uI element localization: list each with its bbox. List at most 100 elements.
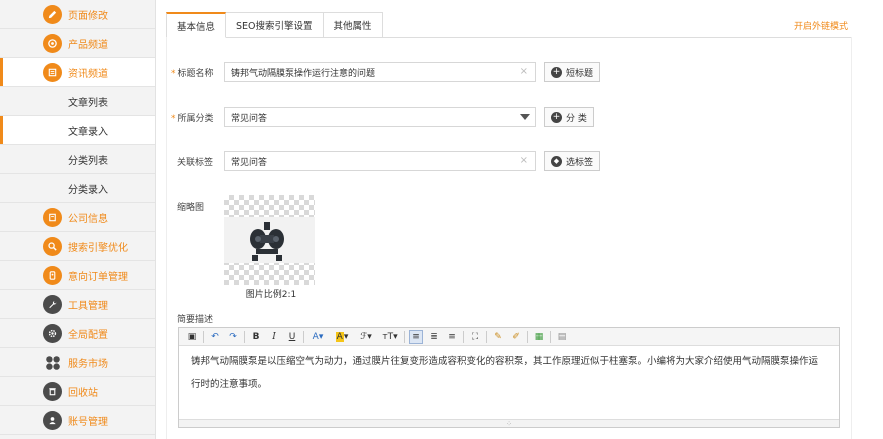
bold-icon[interactable]: B [249,330,263,344]
sidebar-item-label: 搜索引擎优化 [68,242,128,254]
clear-format-icon[interactable]: ✐ [509,330,523,344]
news-icon [43,63,62,82]
sidebar-item-tools[interactable]: 工具管理 [0,290,155,319]
toolbar-divider [486,330,487,343]
target-icon [43,34,62,53]
sidebar-item-seo[interactable]: 搜索引擎优化 [0,232,155,261]
sidebar-item-label: 分类列表 [68,155,108,167]
tags-input-value: 常见问答 [231,157,268,168]
sidebar-item-label: 公司信息 [68,213,108,225]
sidebar-item-label: 服务市场 [68,358,108,370]
sidebar-item-label: 分类录入 [68,184,108,196]
category-select[interactable]: 常见问答 [224,107,536,127]
font-color-icon[interactable]: A▾ [308,330,328,344]
select-tags-button[interactable]: ◆ 选标签 [544,151,601,171]
user-icon [43,411,62,430]
toolbar-divider [463,330,464,343]
pencil-icon [43,5,62,24]
gear-icon [43,324,62,343]
sidebar-item-recycle-bin[interactable]: 回收站 [0,377,155,406]
title-label: * 标题名称 [171,69,214,79]
sidebar-item-label: 产品频道 [68,39,108,51]
template-icon[interactable]: ▤ [555,330,569,344]
title-input-value: 铸邦气动隔膜泵操作运行注意的问题 [231,68,376,79]
sidebar: 页面修改 产品频道 资讯频道 文章列表 文章录入 分类列表 分类录入 公司信息 … [0,0,156,439]
sidebar-item-service-market[interactable]: 服务市场 [0,348,155,377]
sidebar-item-category-entry[interactable]: 分类录入 [0,174,155,203]
sidebar-item-account[interactable]: 账号管理 [0,406,155,435]
wrench-icon [43,295,62,314]
grid-icon [43,353,62,372]
sidebar-item-label: 全局配置 [68,329,108,341]
external-link-mode-link[interactable]: 开启外链模式 [794,19,848,32]
sidebar-item-label: 工具管理 [68,300,108,312]
title-input[interactable]: 铸邦气动隔膜泵操作运行注意的问题 × [224,62,536,82]
toolbar-divider [527,330,528,343]
editor-resize-handle[interactable]: ⁘ [179,419,839,428]
font-family-icon[interactable]: ℱ▾ [356,330,376,344]
sidebar-item-article-list[interactable]: 文章列表 [0,87,155,116]
tab-seo-settings[interactable]: SEO搜索引擎设置 [226,12,324,38]
sidebar-item-label: 账号管理 [68,416,108,428]
toolbar-divider [303,330,304,343]
category-select-value: 常见问答 [231,113,268,124]
list-icon [43,208,62,227]
tags-label: 关联标签 [177,158,214,168]
sidebar-item-global-config[interactable]: 全局配置 [0,319,155,348]
align-center-icon[interactable]: ≣ [427,330,441,344]
tag-icon: ◆ [551,155,562,167]
sidebar-item-orders[interactable]: 意向订单管理 [0,261,155,290]
redo-icon[interactable]: ↷ [226,330,240,344]
trash-icon [43,382,62,401]
short-title-button[interactable]: + 短标题 [544,62,601,82]
description-label: 简要描述 [177,315,214,325]
plus-icon: + [551,111,562,123]
editor-toolbar: ▣ ↶ ↷ B I U A▾ A ▾ ℱ▾ тT▾ ≡ ≣ ≡ ⛶ ✎ ✐ ▦ ▤ [179,328,839,346]
fullscreen-icon[interactable]: ⛶ [468,330,482,344]
tab-basic-info[interactable]: 基本信息 [166,12,227,38]
pump-image [250,222,284,261]
align-left-icon[interactable]: ≡ [409,329,423,344]
thumbnail-label: 缩略图 [177,203,205,213]
sidebar-item-page-edit[interactable]: 页面修改 [0,0,155,29]
editor-content[interactable]: 铸邦气动隔膜泵是以压缩空气为动力，通过膜片往复变形造成容积变化的容积泵，其工作原… [179,346,839,400]
sidebar-item-label: 资讯频道 [68,68,108,80]
category-label: * 所属分类 [171,114,214,124]
table-icon[interactable]: ▦ [532,330,546,344]
font-size-icon[interactable]: тT▾ [380,330,400,344]
sidebar-item-company-info[interactable]: 公司信息 [0,203,155,232]
sidebar-item-label: 意向订单管理 [68,271,128,283]
align-right-icon[interactable]: ≡ [445,330,459,344]
toolbar-divider [550,330,551,343]
rich-text-editor[interactable]: ▣ ↶ ↷ B I U A▾ A ▾ ℱ▾ тT▾ ≡ ≣ ≡ ⛶ ✎ ✐ ▦ ▤… [178,327,840,428]
order-icon [43,266,62,285]
toolbar-divider [244,330,245,343]
search-icon [43,237,62,256]
italic-icon[interactable]: I [267,330,281,344]
sidebar-item-article-entry[interactable]: 文章录入 [0,116,155,145]
sidebar-item-label: 文章列表 [68,97,108,109]
sidebar-item-label: 页面修改 [68,10,108,22]
underline-icon[interactable]: U [285,330,299,344]
thumbnail-image [224,217,315,263]
thumbnail-ratio-caption: 图片比例2:1 [245,290,297,300]
sidebar-item-label: 回收站 [68,387,98,399]
format-brush-icon[interactable]: ✎ [491,330,505,344]
source-code-icon[interactable]: ▣ [185,330,199,344]
tab-other-attributes[interactable]: 其他属性 [323,12,383,38]
category-button[interactable]: + 分 类 [544,107,594,127]
undo-icon[interactable]: ↶ [208,330,222,344]
tags-input[interactable]: 常见问答 × [224,151,536,171]
sidebar-item-products[interactable]: 产品频道 [0,29,155,58]
clear-icon[interactable]: × [520,66,528,77]
sidebar-item-news[interactable]: 资讯频道 [0,58,155,87]
toolbar-divider [203,330,204,343]
clear-icon[interactable]: × [520,155,528,166]
highlight-color-icon[interactable]: A ▾ [332,330,352,344]
sidebar-item-category-list[interactable]: 分类列表 [0,145,155,174]
chevron-down-icon[interactable] [515,108,535,126]
sidebar-item-label: 文章录入 [68,126,108,138]
toolbar-divider [404,330,405,343]
tab-bar: 基本信息 SEO搜索引擎设置 其他属性 [166,12,383,38]
thumbnail-upload[interactable] [224,195,315,285]
